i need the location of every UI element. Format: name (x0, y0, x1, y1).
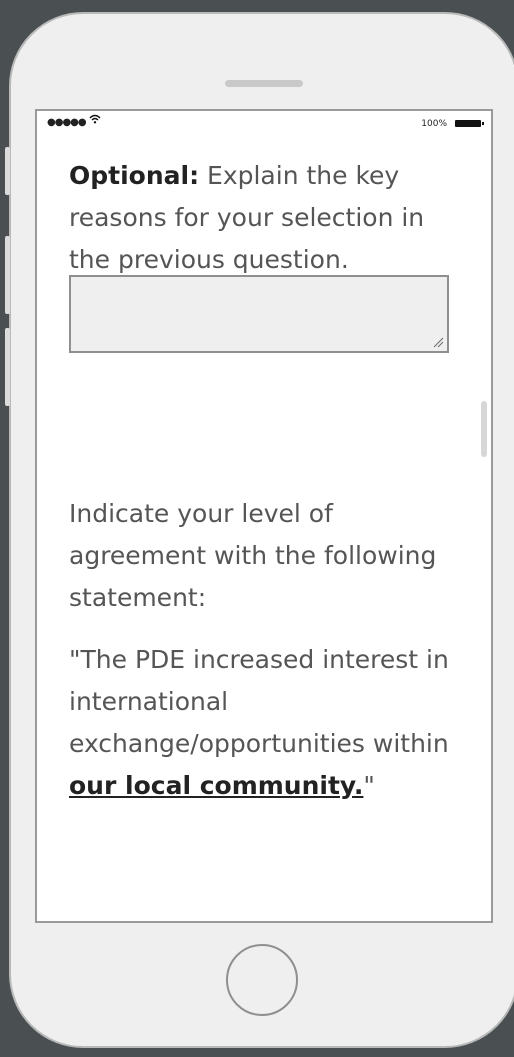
statement-emphasis: our local community. (69, 771, 364, 800)
home-button[interactable] (226, 944, 298, 1016)
battery-percent: 100% (421, 119, 447, 129)
agreement-instruction: Indicate your level of agreement with th… (69, 499, 437, 612)
statement-close-quote: " (363, 771, 375, 800)
status-bar: ●●●●● 100% (37, 111, 491, 137)
battery-icon (455, 120, 484, 127)
resize-handle-icon[interactable] (432, 336, 444, 348)
phone-screen: ●●●●● 100% Optional: Explain the key rea… (35, 109, 493, 923)
question-agreement: Indicate your level of agreement with th… (69, 493, 449, 827)
optional-label: Optional: (69, 161, 200, 190)
agreement-statement: "The PDE increased interest in internati… (69, 639, 449, 807)
statement-text: "The PDE increased interest in internati… (69, 645, 449, 758)
scrollbar[interactable] (481, 401, 487, 457)
speaker-slot (225, 80, 303, 87)
wifi-icon (89, 114, 101, 127)
volume-up-button (5, 236, 10, 314)
explanation-textarea[interactable] (69, 275, 449, 353)
signal-icon: ●●●●● (47, 117, 87, 128)
phone-frame: ●●●●● 100% Optional: Explain the key rea… (5, 12, 514, 1048)
mute-switch (5, 147, 10, 195)
question-optional-explanation: Optional: Explain the key reasons for yo… (69, 155, 469, 281)
volume-down-button (5, 328, 10, 406)
